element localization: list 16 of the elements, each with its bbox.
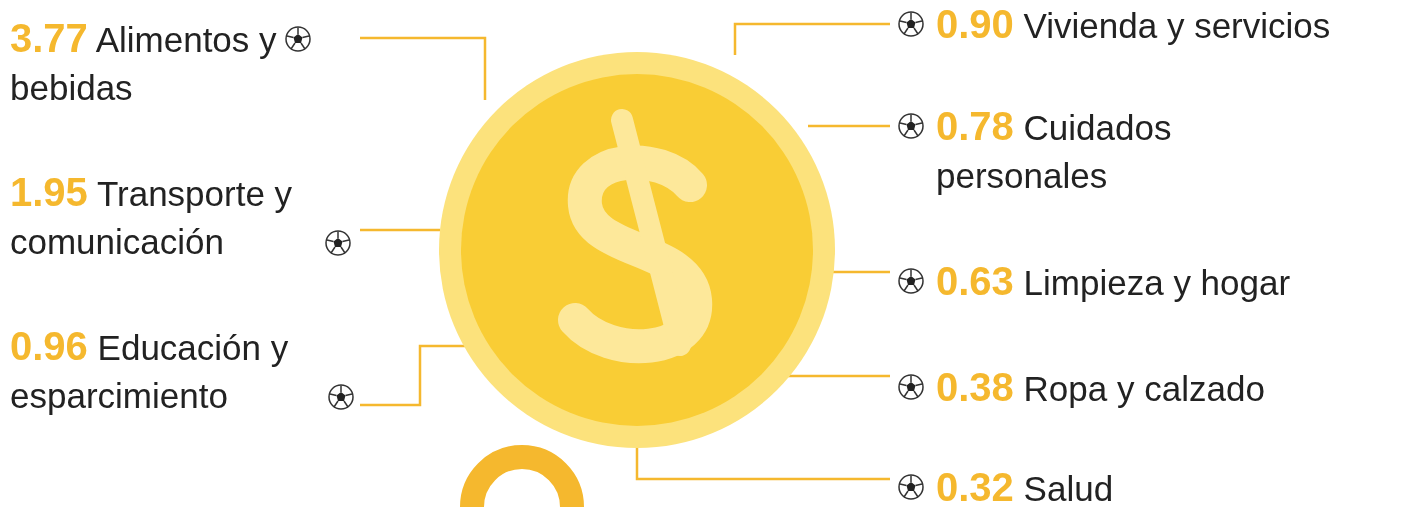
soccer-ball-icon [898, 374, 924, 400]
category-label: 1.95 Transporte y comunicación [10, 169, 294, 263]
soccer-ball-icon [898, 474, 924, 500]
soccer-ball-icon [328, 384, 354, 410]
category-label: 0.90 Vivienda y servicios [936, 1, 1332, 48]
category-label: 0.78 Cuidados personales [936, 103, 1173, 197]
category-label: 0.38 Ropa y calzado [936, 364, 1266, 411]
soccer-ball-icon [325, 230, 351, 256]
category-label: 0.32 Salud [936, 464, 1115, 507]
category-label: 3.77 Alimentos y bebidas [10, 15, 278, 109]
category-label: 0.63 Limpieza y hogar [936, 258, 1292, 305]
soccer-ball-icon [285, 26, 311, 52]
soccer-ball-icon [898, 113, 924, 139]
soccer-ball-icon [898, 268, 924, 294]
soccer-ball-icon [898, 11, 924, 37]
category-label: 0.96 Educación y esparcimiento [10, 323, 290, 417]
